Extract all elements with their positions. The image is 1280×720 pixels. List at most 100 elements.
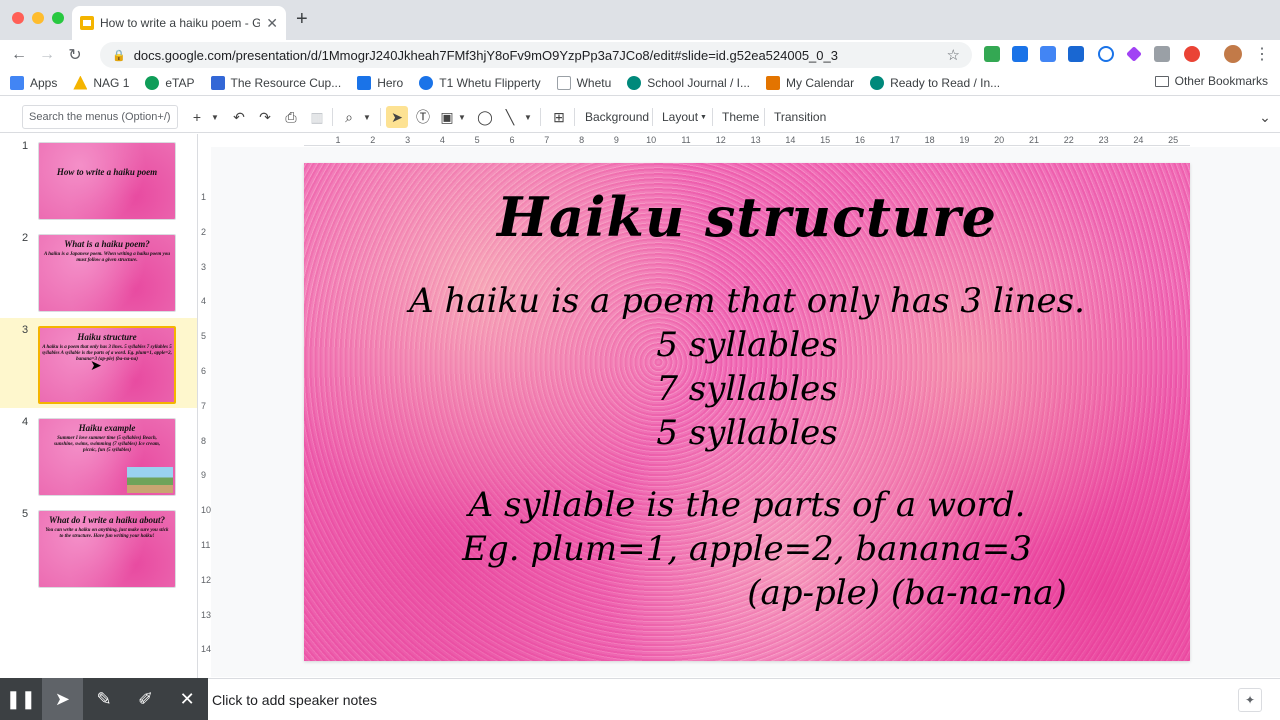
slide[interactable]: Haiku structure A haiku is a poem that o… <box>304 163 1190 661</box>
maximize-window-button[interactable] <box>52 12 64 24</box>
layout-button[interactable]: Layout ▼ <box>662 106 707 128</box>
minimize-window-button[interactable] <box>32 12 44 24</box>
slide-thumbnail-2[interactable]: What is a haiku poem? A haiku is a Japan… <box>38 234 176 312</box>
zoom-dropdown-icon[interactable]: ▼ <box>360 106 374 128</box>
gem-extension-icon[interactable] <box>1126 46 1142 62</box>
extension-icon[interactable] <box>1040 46 1056 62</box>
speaker-notes[interactable]: Click to add speaker notes <box>208 678 1280 720</box>
ruler-tick-label: 14 <box>785 135 796 145</box>
filmstrip-row: 2 What is a haiku poem? A haiku is a Jap… <box>0 226 197 316</box>
new-slide-dropdown-icon[interactable]: ▼ <box>208 106 222 128</box>
bookmark-hero[interactable]: Hero <box>357 75 404 90</box>
mouse-pointer-icon: ➤ <box>90 357 102 373</box>
bookmark-label: School Journal / I... <box>647 75 751 90</box>
ruler-tick-label: 2 <box>370 135 376 145</box>
slide-thumbnail-3[interactable]: Haiku structure A haiku is a poem that o… <box>38 326 176 404</box>
browser-tab[interactable]: How to write a haiku poem - Go ✕ <box>72 6 286 40</box>
bookmark-apps[interactable]: Apps <box>10 75 58 90</box>
text-box-icon[interactable]: Ⓣ <box>412 106 434 128</box>
play-extension-icon[interactable] <box>1098 46 1114 62</box>
extension-icon[interactable] <box>1068 46 1084 62</box>
slide-text-line[interactable]: 5 syllables <box>304 413 1190 453</box>
paint-format-icon[interactable]: ▥ <box>306 106 328 128</box>
ruler-tick-label: 18 <box>924 135 935 145</box>
bookmark-label: Whetu <box>576 75 612 90</box>
bookmark-label: NAG 1 <box>93 75 130 90</box>
thumbnail-body: A haiku is a poem that only has 3 lines.… <box>42 345 172 362</box>
browser-menu-icon[interactable]: ⋮ <box>1254 44 1270 64</box>
collapse-toolbar-icon[interactable]: ⌄ <box>1256 106 1274 128</box>
slides-favicon-icon <box>80 16 94 30</box>
slide-thumbnail-1[interactable]: How to write a haiku poem <box>38 142 176 220</box>
record-extension-icon[interactable] <box>1184 46 1200 62</box>
select-cursor-icon[interactable]: ➤ <box>386 106 408 128</box>
bookmark-label: My Calendar <box>786 75 855 90</box>
slide-text-line[interactable]: 5 syllables <box>304 325 1190 365</box>
line-icon[interactable]: ╲ <box>500 106 520 128</box>
slide-text-line[interactable]: Eg. plum=1, apple=2, banana=3 <box>304 529 1190 569</box>
slide-thumbnail-4[interactable]: Haiku example Summer I love summer time … <box>38 418 176 496</box>
etap-icon <box>145 75 160 90</box>
transition-button[interactable]: Transition <box>774 106 826 128</box>
address-bar[interactable]: 🔒 docs.google.com/presentation/d/1MmogrJ… <box>100 42 972 68</box>
zoom-icon[interactable]: ⌕ <box>338 106 360 128</box>
pen-tool-icon[interactable]: ✎ <box>83 678 125 720</box>
new-slide-icon[interactable]: + <box>188 106 206 128</box>
ruler-tick-label: 19 <box>959 135 970 145</box>
back-button[interactable]: ← <box>8 44 30 66</box>
bookmark-nag1[interactable]: NAG 1 <box>73 75 130 90</box>
extension-icon[interactable] <box>984 46 1000 62</box>
bookmark-my-calendar[interactable]: My Calendar <box>766 75 855 90</box>
new-tab-button[interactable]: + <box>296 8 308 31</box>
pointer-tool-icon[interactable]: ➤ <box>41 678 84 720</box>
image-dropdown-icon[interactable]: ▼ <box>456 106 468 128</box>
close-icon[interactable]: ✕ <box>166 678 208 720</box>
bookmark-label: Hero <box>377 75 404 90</box>
add-comment-icon[interactable]: ⊞ <box>548 106 570 128</box>
reload-button[interactable]: ↻ <box>64 44 86 66</box>
bookmark-flipperty[interactable]: T1 Whetu Flipperty <box>419 75 541 90</box>
explore-icon[interactable]: ✦ <box>1238 688 1262 712</box>
slide-text-line[interactable]: (ap-ple) (ba-na-na) <box>304 573 1190 613</box>
pause-icon[interactable]: ❚❚ <box>0 678 42 720</box>
slide-text-line[interactable]: A haiku is a poem that only has 3 lines. <box>304 281 1190 321</box>
ruler-tick-label: 6 <box>201 366 207 376</box>
other-bookmarks[interactable]: Other Bookmarks <box>1154 74 1268 88</box>
line-dropdown-icon[interactable]: ▼ <box>522 106 534 128</box>
bookmark-whetu[interactable]: Whetu <box>556 75 612 90</box>
thumbnail-body: Summer I love summer time (5 syllables) … <box>54 436 160 453</box>
highlighter-tool-icon[interactable]: ✐ <box>125 678 167 720</box>
ruler-tick-label: 8 <box>201 435 207 446</box>
redo-icon[interactable]: ↷ <box>254 106 276 128</box>
print-icon[interactable]: ⎙ <box>280 106 302 128</box>
theme-button[interactable]: Theme <box>722 106 759 128</box>
undo-icon[interactable]: ↶ <box>228 106 250 128</box>
ruler-tick-label: 9 <box>613 135 619 145</box>
divider <box>574 108 575 126</box>
bookmark-ready-to-read[interactable]: Ready to Read / In... <box>870 75 1001 90</box>
close-tab-icon[interactable]: ✕ <box>266 15 278 32</box>
profile-avatar[interactable] <box>1224 45 1242 63</box>
bookmarks-bar: Apps NAG 1 eTAP The Resource Cup... Hero… <box>0 70 1280 96</box>
bookmark-etap[interactable]: eTAP <box>145 75 195 90</box>
shape-icon[interactable]: ◯ <box>474 106 496 128</box>
close-window-button[interactable] <box>12 12 24 24</box>
ruler-tick-label: 15 <box>820 135 831 145</box>
tki-icon <box>627 75 642 90</box>
forward-button[interactable]: → <box>36 44 58 66</box>
bookmark-school-journal[interactable]: School Journal / I... <box>627 75 751 90</box>
divider <box>764 108 765 126</box>
bookmark-resource-cupboard[interactable]: The Resource Cup... <box>210 75 341 90</box>
bookmark-star-icon[interactable]: ☆ <box>947 46 960 64</box>
grid-extension-icon[interactable] <box>1154 46 1170 62</box>
menu-search-input[interactable]: Search the menus (Option+/) <box>22 105 178 129</box>
slide-text-line[interactable]: A syllable is the parts of a word. <box>304 485 1190 525</box>
background-button[interactable]: Background <box>585 106 649 128</box>
slide-thumbnail-5[interactable]: What do I write a haiku about? You can w… <box>38 510 176 588</box>
extension-icon[interactable] <box>1012 46 1028 62</box>
image-icon[interactable]: ▣ <box>438 106 456 128</box>
slide-text-line[interactable]: 7 syllables <box>304 369 1190 409</box>
slide-title[interactable]: Haiku structure <box>304 185 1190 249</box>
bookmark-label: Ready to Read / In... <box>890 75 1001 90</box>
bookmark-label: Apps <box>30 75 58 90</box>
